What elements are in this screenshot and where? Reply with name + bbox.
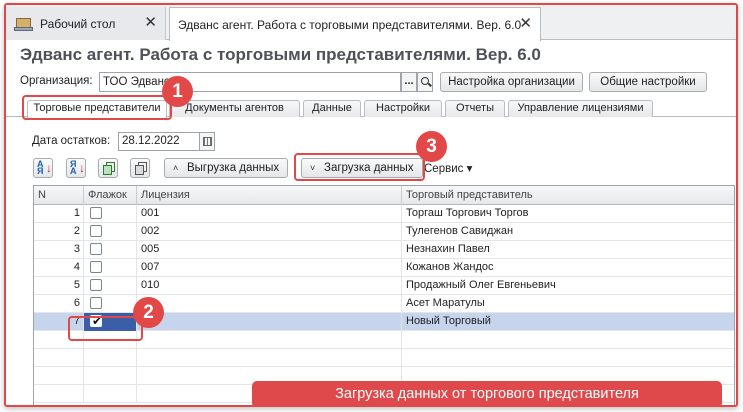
highlight-download-button <box>294 153 425 181</box>
representative-cell: Тулегенов Савиджан <box>406 225 514 237</box>
tab-license-management[interactable]: Управление лицензиями <box>508 100 653 117</box>
sort-descending-icon: ЯА <box>70 159 77 176</box>
window-tab-bar: Рабочий стол ✕ Эдванс агент. Работа с то… <box>6 5 736 41</box>
calendar-icon[interactable] <box>199 132 215 151</box>
column-header-license[interactable]: Лицензия <box>137 186 402 205</box>
empty-cell <box>84 385 137 403</box>
flag-cell <box>84 259 137 277</box>
flag-cell <box>84 277 137 295</box>
column-header-n[interactable]: N <box>34 186 84 205</box>
license-cell: 001 <box>137 205 402 223</box>
empty-cell <box>84 349 137 367</box>
empty-cell <box>137 331 402 349</box>
license-cell: 007 <box>137 259 402 277</box>
highlight-flag-checkbox <box>68 316 143 341</box>
page-title: Эдванс агент. Работа с торговыми предста… <box>20 45 541 64</box>
copy-icon <box>103 162 115 175</box>
balance-date-label: Дата остатков: <box>32 135 111 147</box>
table-row[interactable]: 4 007 Кожанов Жандос <box>34 259 734 277</box>
tab-settings[interactable]: Настройки <box>364 100 442 117</box>
duplicate-icon <box>135 162 147 175</box>
column-header-representative[interactable]: Торговый представитель <box>402 186 734 205</box>
organization-settings-button[interactable]: Настройка организации <box>440 72 583 92</box>
license-cell <box>137 295 402 313</box>
flag-cell <box>84 223 137 241</box>
flag-cell <box>84 241 137 259</box>
representative-cell: Незнахин Павел <box>406 243 490 255</box>
row-number: 2 <box>34 223 84 241</box>
license-cell <box>137 313 402 331</box>
empty-cell <box>402 349 734 367</box>
copy-button[interactable] <box>98 158 118 178</box>
tab-desktop[interactable]: Рабочий стол ✕ <box>6 7 166 40</box>
empty-cell <box>34 349 84 367</box>
flag-checkbox[interactable] <box>90 225 102 237</box>
representative-cell: Кожанов Жандос <box>406 261 494 273</box>
table-row[interactable]: 2 002 Тулегенов Савиджан <box>34 223 734 241</box>
row-number: 6 <box>34 295 84 313</box>
empty-cell <box>402 331 734 349</box>
highlight-trade-representatives-tab <box>22 95 172 120</box>
representative-cell: Торгаш Торгович Торгов <box>406 207 529 219</box>
flag-checkbox[interactable] <box>90 207 102 219</box>
license-cell: 010 <box>137 277 402 295</box>
empty-row <box>34 349 734 367</box>
general-settings-button[interactable]: Общие настройки <box>589 72 707 92</box>
sort-descending-button[interactable]: Я А ↓ <box>66 158 86 178</box>
organization-label: Организация: <box>20 75 93 87</box>
flag-cell <box>84 205 137 223</box>
table-row[interactable]: 5 010 Продажный Олег Евгеньевич <box>34 277 734 295</box>
representative-cell: Новый Торговый <box>406 315 491 327</box>
annotation-badge-3: 3 <box>416 131 447 162</box>
organization-field[interactable]: ТОО Эдванс <box>99 72 401 92</box>
flag-checkbox[interactable] <box>90 279 102 291</box>
empty-cell <box>84 367 137 385</box>
tab-advance-agent-label: Эдванс агент. Работа с торговыми предста… <box>178 17 522 32</box>
flag-cell <box>84 295 137 313</box>
license-cell: 005 <box>137 241 402 259</box>
table-row[interactable]: 3 005 Незнахин Павел <box>34 241 734 259</box>
empty-cell <box>34 385 84 403</box>
table-header: N Флажок Лицензия Торговый представитель <box>34 186 734 205</box>
flag-checkbox[interactable] <box>90 261 102 273</box>
column-header-flag[interactable]: Флажок <box>84 186 137 205</box>
duplicate-button[interactable] <box>130 158 150 178</box>
trade-representatives-table: N Флажок Лицензия Торговый представитель… <box>33 185 735 405</box>
tab-reports[interactable]: Отчеты <box>445 100 505 117</box>
tab-advance-agent[interactable]: Эдванс агент. Работа с торговыми предста… <box>169 7 541 41</box>
chevron-up-icon: ˄ <box>173 163 179 173</box>
table-row[interactable]: 1 001 Торгаш Торгович Торгов <box>34 205 734 223</box>
annotation-badge-1: 1 <box>162 76 193 107</box>
sort-ascending-icon: АЯ <box>37 159 44 176</box>
upload-data-label: Выгрузка данных <box>187 162 280 174</box>
tab-desktop-label: Рабочий стол <box>40 16 116 31</box>
service-menu[interactable]: Сервис ▾ <box>424 161 472 175</box>
tab-agent-documents[interactable]: Документы агентов <box>169 100 300 117</box>
representative-cell: Асет Маратулы <box>406 297 485 309</box>
caption-banner: Загрузка данных от торгового представите… <box>252 381 722 405</box>
search-icon[interactable] <box>417 72 433 92</box>
upload-data-button[interactable]: ˄ Выгрузка данных <box>164 158 289 178</box>
row-number: 1 <box>34 205 84 223</box>
close-icon[interactable]: ✕ <box>144 15 157 30</box>
representative-cell: Продажный Олег Евгеньевич <box>406 279 556 291</box>
empty-cell <box>137 349 402 367</box>
desktop-icon <box>14 16 34 32</box>
annotation-badge-2: 2 <box>133 297 164 328</box>
tab-data[interactable]: Данные <box>303 100 361 117</box>
flag-checkbox[interactable] <box>90 243 102 255</box>
row-number: 3 <box>34 241 84 259</box>
app-window: Рабочий стол ✕ Эдванс агент. Работа с то… <box>4 3 738 407</box>
organization-select-button[interactable]: ... <box>401 72 417 92</box>
balance-date-field[interactable]: 28.12.2022 <box>118 132 200 151</box>
flag-checkbox[interactable] <box>90 297 102 309</box>
license-cell: 002 <box>137 223 402 241</box>
sort-ascending-button[interactable]: А Я ↓ <box>33 158 53 178</box>
row-number: 4 <box>34 259 84 277</box>
row-number: 5 <box>34 277 84 295</box>
close-icon[interactable]: ✕ <box>519 16 532 31</box>
empty-cell <box>34 367 84 385</box>
